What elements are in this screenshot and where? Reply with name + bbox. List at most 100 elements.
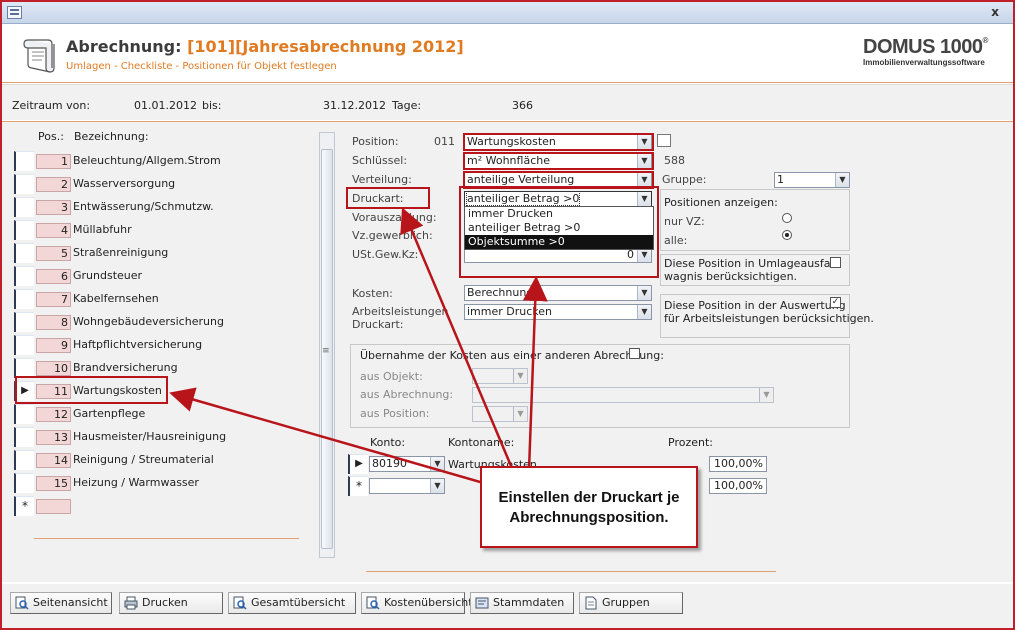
window-menu-icon[interactable] bbox=[7, 6, 22, 19]
konto-row-selector[interactable]: ▶ bbox=[348, 454, 368, 474]
list-item[interactable]: 3 Entwässerung/Schmutzw. bbox=[14, 197, 299, 217]
auswertung-label-2: für Arbeitsleistungen berücksichtigen. bbox=[664, 312, 874, 325]
list-item-pos[interactable]: 13 bbox=[36, 430, 71, 445]
list-item-pos[interactable]: 6 bbox=[36, 269, 71, 284]
chevron-down-icon[interactable]: ▼ bbox=[835, 173, 849, 187]
list-item-pos[interactable]: 10 bbox=[36, 361, 71, 376]
chevron-down-icon[interactable]: ▼ bbox=[637, 286, 651, 300]
list-item-name[interactable]: Gartenpflege bbox=[73, 407, 145, 420]
list-item-name[interactable]: Reinigung / Streumaterial bbox=[73, 453, 214, 466]
list-item-name[interactable]: Grundsteuer bbox=[73, 269, 142, 282]
list-item[interactable]: 1 Beleuchtung/Allgem.Strom bbox=[14, 151, 299, 171]
seitenansicht-button[interactable]: Seitenansicht bbox=[10, 592, 112, 614]
chevron-down-icon[interactable]: ▼ bbox=[513, 407, 527, 421]
auswertung-checkbox[interactable]: ✓ bbox=[830, 297, 841, 308]
record-selector[interactable] bbox=[14, 335, 34, 355]
uebernahme-checkbox[interactable] bbox=[629, 348, 640, 359]
arbeits-druckart-select[interactable]: immer Drucken ▼ bbox=[464, 304, 652, 320]
list-item[interactable]: 7 Kabelfernsehen bbox=[14, 289, 299, 309]
list-item-name[interactable]: Brandversicherung bbox=[73, 361, 178, 374]
kostenuebersicht-button[interactable]: Kostenübersicht bbox=[361, 592, 473, 614]
stammdaten-button[interactable]: Stammdaten bbox=[470, 592, 574, 614]
list-item-pos[interactable]: 5 bbox=[36, 246, 71, 261]
list-item-pos[interactable]: 4 bbox=[36, 223, 71, 238]
close-button[interactable]: x bbox=[991, 5, 999, 19]
prozent-field[interactable]: 100,00% bbox=[709, 456, 767, 472]
kosten-select[interactable]: Berechnung ▼ bbox=[464, 285, 652, 301]
list-item[interactable]: 8 Wohngebäudeversicherung bbox=[14, 312, 299, 332]
list-item-name[interactable]: Beleuchtung/Allgem.Strom bbox=[73, 154, 221, 167]
kosten-label: Kosten: bbox=[352, 287, 393, 300]
chevron-down-icon[interactable]: ▼ bbox=[759, 388, 773, 402]
list-item-pos[interactable]: 7 bbox=[36, 292, 71, 307]
konto-new-select[interactable]: ▼ bbox=[369, 478, 445, 494]
record-selector[interactable] bbox=[14, 197, 34, 217]
aus-abrechnung-select[interactable]: ▼ bbox=[472, 387, 774, 403]
splitter-grip-icon[interactable]: ≡ bbox=[322, 346, 330, 356]
list-item-pos[interactable]: 8 bbox=[36, 315, 71, 330]
list-item[interactable]: 6 Grundsteuer bbox=[14, 266, 299, 286]
list-item[interactable]: 2 Wasserversorgung bbox=[14, 174, 299, 194]
record-selector[interactable] bbox=[14, 450, 34, 470]
gesamtuebersicht-button[interactable]: Gesamtübersicht bbox=[228, 592, 356, 614]
konto-select[interactable]: 80190 ▼ bbox=[369, 456, 445, 472]
record-selector[interactable] bbox=[14, 266, 34, 286]
record-selector[interactable] bbox=[14, 174, 34, 194]
list-item-name[interactable]: Wohngebäudeversicherung bbox=[73, 315, 224, 328]
chevron-down-icon[interactable]: ▼ bbox=[513, 369, 527, 383]
list-item[interactable]: 15 Heizung / Warmwasser bbox=[14, 473, 299, 493]
konten-footer-line bbox=[366, 571, 776, 572]
list-item-name[interactable]: Müllabfuhr bbox=[73, 223, 132, 236]
aus-objekt-select[interactable]: ▼ bbox=[472, 368, 528, 384]
prozent-new-field[interactable]: 100,00% bbox=[709, 478, 767, 494]
list-item[interactable]: 10 Brandversicherung bbox=[14, 358, 299, 378]
list-item-name[interactable]: Heizung / Warmwasser bbox=[73, 476, 199, 489]
drucken-button[interactable]: Drucken bbox=[119, 592, 223, 614]
list-item-pos[interactable]: 1 bbox=[36, 154, 71, 169]
list-item-name[interactable]: Haftpflichtversicherung bbox=[73, 338, 202, 351]
record-selector[interactable] bbox=[14, 358, 34, 378]
gruppe-select[interactable]: 1 ▼ bbox=[774, 172, 850, 188]
list-item[interactable]: 14 Reinigung / Streumaterial bbox=[14, 450, 299, 470]
list-item-pos[interactable]: 2 bbox=[36, 177, 71, 192]
record-selector[interactable] bbox=[14, 404, 34, 424]
gruppen-button[interactable]: Gruppen bbox=[579, 592, 683, 614]
list-item[interactable]: 9 Haftpflichtversicherung bbox=[14, 335, 299, 355]
list-item-pos[interactable]: 9 bbox=[36, 338, 71, 353]
list-item-name[interactable]: Straßenreinigung bbox=[73, 246, 168, 259]
list-scrollbar[interactable] bbox=[319, 132, 335, 558]
list-item[interactable]: 13 Hausmeister/Hausreinigung bbox=[14, 427, 299, 447]
chevron-down-icon[interactable]: ▼ bbox=[430, 479, 444, 493]
list-item-pos[interactable]: 12 bbox=[36, 407, 71, 422]
chevron-down-icon[interactable]: ▼ bbox=[430, 457, 444, 471]
aus-position-select[interactable]: ▼ bbox=[472, 406, 528, 422]
new-record-pos[interactable] bbox=[36, 499, 71, 514]
list-item-name[interactable]: Wasserversorgung bbox=[73, 177, 175, 190]
konto-new-row-selector[interactable]: * bbox=[348, 476, 368, 496]
nur-vz-radio[interactable] bbox=[782, 213, 792, 223]
callout-line-2: Abrechnungsposition. bbox=[509, 509, 669, 526]
list-item-pos[interactable]: 14 bbox=[36, 453, 71, 468]
list-item[interactable]: 5 Straßenreinigung bbox=[14, 243, 299, 263]
alle-radio[interactable] bbox=[782, 230, 792, 240]
list-item-name[interactable]: Hausmeister/Hausreinigung bbox=[73, 430, 226, 443]
list-item-name[interactable]: Kabelfernsehen bbox=[73, 292, 159, 305]
record-selector[interactable] bbox=[14, 243, 34, 263]
new-record-row[interactable]: * bbox=[14, 496, 299, 516]
chevron-down-icon[interactable]: ▼ bbox=[637, 305, 651, 319]
record-selector[interactable] bbox=[14, 473, 34, 493]
position-extra-button[interactable] bbox=[657, 134, 671, 147]
list-item-pos[interactable]: 3 bbox=[36, 200, 71, 215]
list-item[interactable]: 12 Gartenpflege bbox=[14, 404, 299, 424]
umlageausfall-checkbox[interactable] bbox=[830, 257, 841, 268]
record-selector[interactable] bbox=[14, 151, 34, 171]
new-record-selector[interactable]: * bbox=[14, 496, 34, 516]
record-selector[interactable] bbox=[14, 220, 34, 240]
record-selector[interactable] bbox=[14, 312, 34, 332]
list-item-name[interactable]: Entwässerung/Schmutzw. bbox=[73, 200, 214, 213]
list-item[interactable]: 4 Müllabfuhr bbox=[14, 220, 299, 240]
record-selector[interactable] bbox=[14, 427, 34, 447]
list-item-pos[interactable]: 15 bbox=[36, 476, 71, 491]
vorauszahlung-label: Vorauszahlung: bbox=[352, 211, 437, 224]
record-selector[interactable] bbox=[14, 289, 34, 309]
